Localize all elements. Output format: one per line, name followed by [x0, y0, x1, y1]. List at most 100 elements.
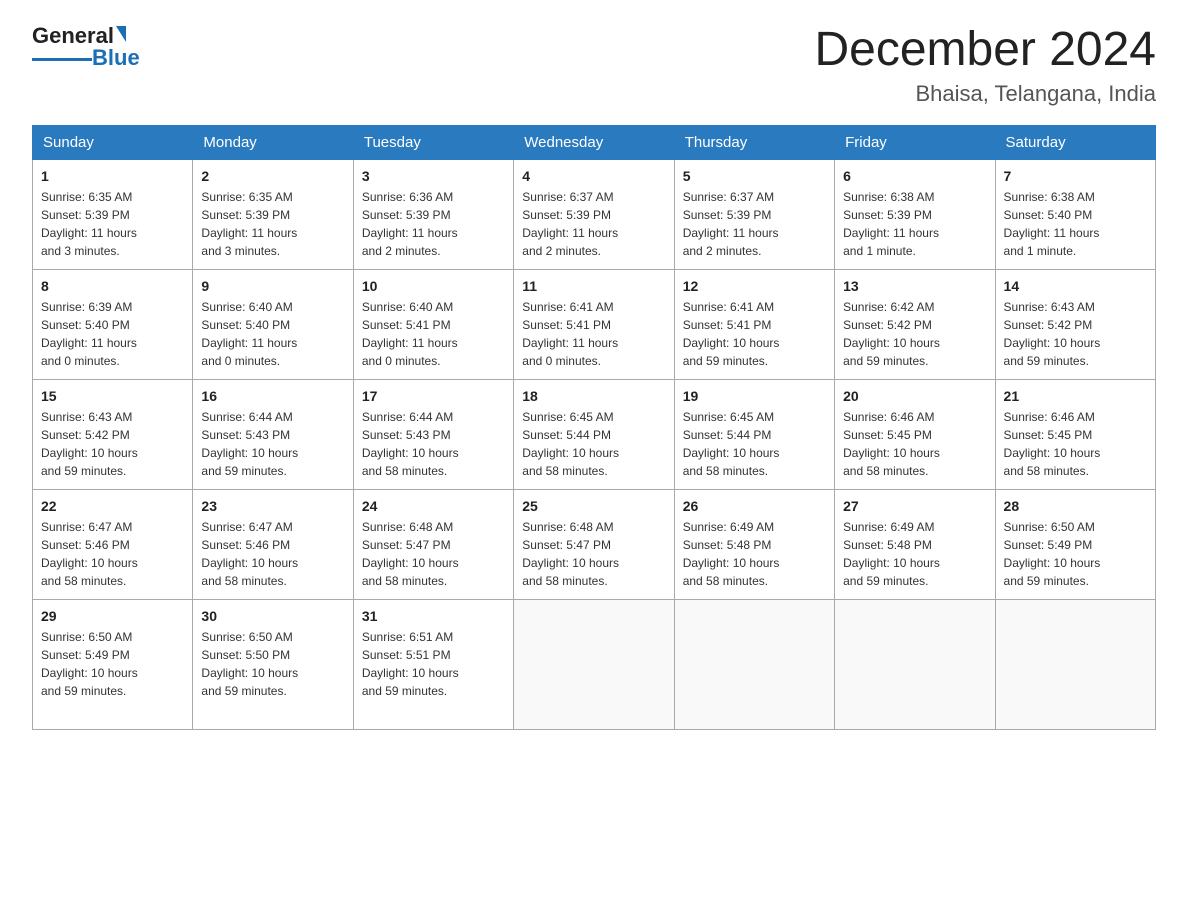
day-cell: 15 Sunrise: 6:43 AM Sunset: 5:42 PM Dayli… — [33, 379, 193, 489]
day-number: 5 — [683, 166, 826, 186]
week-row-2: 8 Sunrise: 6:39 AM Sunset: 5:40 PM Daylig… — [33, 269, 1156, 379]
day-info: Sunrise: 6:36 AM Sunset: 5:39 PM Dayligh… — [362, 190, 458, 258]
day-info: Sunrise: 6:47 AM Sunset: 5:46 PM Dayligh… — [201, 520, 298, 588]
week-row-4: 22 Sunrise: 6:47 AM Sunset: 5:46 PM Dayli… — [33, 489, 1156, 599]
day-number: 12 — [683, 276, 826, 296]
day-number: 9 — [201, 276, 344, 296]
col-header-saturday: Saturday — [995, 125, 1155, 159]
day-number: 18 — [522, 386, 665, 406]
day-number: 7 — [1004, 166, 1147, 186]
day-number: 23 — [201, 496, 344, 516]
day-number: 19 — [683, 386, 826, 406]
day-cell: 24 Sunrise: 6:48 AM Sunset: 5:47 PM Dayli… — [353, 489, 513, 599]
day-info: Sunrise: 6:42 AM Sunset: 5:42 PM Dayligh… — [843, 300, 940, 368]
day-info: Sunrise: 6:45 AM Sunset: 5:44 PM Dayligh… — [522, 410, 619, 478]
day-cell: 23 Sunrise: 6:47 AM Sunset: 5:46 PM Dayli… — [193, 489, 353, 599]
day-info: Sunrise: 6:43 AM Sunset: 5:42 PM Dayligh… — [41, 410, 138, 478]
day-cell: 28 Sunrise: 6:50 AM Sunset: 5:49 PM Dayli… — [995, 489, 1155, 599]
day-info: Sunrise: 6:50 AM Sunset: 5:49 PM Dayligh… — [41, 630, 138, 698]
day-info: Sunrise: 6:48 AM Sunset: 5:47 PM Dayligh… — [362, 520, 459, 588]
header-row: SundayMondayTuesdayWednesdayThursdayFrid… — [33, 125, 1156, 159]
day-info: Sunrise: 6:44 AM Sunset: 5:43 PM Dayligh… — [201, 410, 298, 478]
day-number: 15 — [41, 386, 184, 406]
day-info: Sunrise: 6:35 AM Sunset: 5:39 PM Dayligh… — [201, 190, 297, 258]
month-title: December 2024 — [814, 24, 1156, 77]
day-number: 24 — [362, 496, 505, 516]
day-cell: 10Sunrise: 6:40 AM Sunset: 5:41 PM Dayli… — [353, 269, 513, 379]
week-row-3: 15 Sunrise: 6:43 AM Sunset: 5:42 PM Dayli… — [33, 379, 1156, 489]
col-header-sunday: Sunday — [33, 125, 193, 159]
day-cell: 31 Sunrise: 6:51 AM Sunset: 5:51 PM Dayli… — [353, 599, 513, 729]
day-info: Sunrise: 6:44 AM Sunset: 5:43 PM Dayligh… — [362, 410, 459, 478]
col-header-thursday: Thursday — [674, 125, 834, 159]
day-cell: 6Sunrise: 6:38 AM Sunset: 5:39 PM Daylig… — [835, 159, 995, 269]
day-info: Sunrise: 6:45 AM Sunset: 5:44 PM Dayligh… — [683, 410, 780, 478]
day-cell: 13 Sunrise: 6:42 AM Sunset: 5:42 PM Dayli… — [835, 269, 995, 379]
logo-text-blue: Blue — [92, 46, 140, 70]
day-cell — [514, 599, 674, 729]
day-info: Sunrise: 6:35 AM Sunset: 5:39 PM Dayligh… — [41, 190, 137, 258]
day-cell: 12 Sunrise: 6:41 AM Sunset: 5:41 PM Dayli… — [674, 269, 834, 379]
day-number: 13 — [843, 276, 986, 296]
day-info: Sunrise: 6:46 AM Sunset: 5:45 PM Dayligh… — [1004, 410, 1101, 478]
day-info: Sunrise: 6:41 AM Sunset: 5:41 PM Dayligh… — [683, 300, 780, 368]
day-number: 20 — [843, 386, 986, 406]
day-number: 29 — [41, 606, 184, 626]
day-cell: 2 Sunrise: 6:35 AM Sunset: 5:39 PM Daylig… — [193, 159, 353, 269]
day-cell — [835, 599, 995, 729]
day-number: 4 — [522, 166, 665, 186]
day-info: Sunrise: 6:39 AM Sunset: 5:40 PM Dayligh… — [41, 300, 137, 368]
col-header-wednesday: Wednesday — [514, 125, 674, 159]
day-number: 2 — [201, 166, 344, 186]
day-number: 30 — [201, 606, 344, 626]
page-header: General Blue December 2024 Bhaisa, Telan… — [32, 24, 1156, 107]
logo: General Blue — [32, 24, 140, 70]
day-cell: 29 Sunrise: 6:50 AM Sunset: 5:49 PM Dayli… — [33, 599, 193, 729]
day-cell: 11Sunrise: 6:41 AM Sunset: 5:41 PM Dayli… — [514, 269, 674, 379]
day-info: Sunrise: 6:51 AM Sunset: 5:51 PM Dayligh… — [362, 630, 459, 698]
day-cell: 9 Sunrise: 6:40 AM Sunset: 5:40 PM Daylig… — [193, 269, 353, 379]
location-title: Bhaisa, Telangana, India — [814, 81, 1156, 107]
col-header-tuesday: Tuesday — [353, 125, 513, 159]
day-number: 28 — [1004, 496, 1147, 516]
day-cell: 1Sunrise: 6:35 AM Sunset: 5:39 PM Daylig… — [33, 159, 193, 269]
day-info: Sunrise: 6:47 AM Sunset: 5:46 PM Dayligh… — [41, 520, 138, 588]
day-info: Sunrise: 6:49 AM Sunset: 5:48 PM Dayligh… — [683, 520, 780, 588]
day-number: 6 — [843, 166, 986, 186]
day-cell: 30 Sunrise: 6:50 AM Sunset: 5:50 PM Dayli… — [193, 599, 353, 729]
day-cell: 16 Sunrise: 6:44 AM Sunset: 5:43 PM Dayli… — [193, 379, 353, 489]
day-cell: 21Sunrise: 6:46 AM Sunset: 5:45 PM Dayli… — [995, 379, 1155, 489]
day-cell: 20 Sunrise: 6:46 AM Sunset: 5:45 PM Dayli… — [835, 379, 995, 489]
day-cell: 27Sunrise: 6:49 AM Sunset: 5:48 PM Dayli… — [835, 489, 995, 599]
day-info: Sunrise: 6:37 AM Sunset: 5:39 PM Dayligh… — [522, 190, 618, 258]
day-cell: 25 Sunrise: 6:48 AM Sunset: 5:47 PM Dayli… — [514, 489, 674, 599]
day-number: 17 — [362, 386, 505, 406]
day-info: Sunrise: 6:46 AM Sunset: 5:45 PM Dayligh… — [843, 410, 940, 478]
day-cell: 19 Sunrise: 6:45 AM Sunset: 5:44 PM Dayli… — [674, 379, 834, 489]
day-info: Sunrise: 6:40 AM Sunset: 5:40 PM Dayligh… — [201, 300, 297, 368]
day-cell — [674, 599, 834, 729]
day-info: Sunrise: 6:50 AM Sunset: 5:49 PM Dayligh… — [1004, 520, 1101, 588]
day-number: 31 — [362, 606, 505, 626]
day-number: 26 — [683, 496, 826, 516]
day-cell: 3Sunrise: 6:36 AM Sunset: 5:39 PM Daylig… — [353, 159, 513, 269]
day-number: 8 — [41, 276, 184, 296]
day-cell: 17 Sunrise: 6:44 AM Sunset: 5:43 PM Dayli… — [353, 379, 513, 489]
calendar-body: 1Sunrise: 6:35 AM Sunset: 5:39 PM Daylig… — [33, 159, 1156, 729]
day-number: 25 — [522, 496, 665, 516]
day-cell: 18 Sunrise: 6:45 AM Sunset: 5:44 PM Dayli… — [514, 379, 674, 489]
col-header-friday: Friday — [835, 125, 995, 159]
day-number: 22 — [41, 496, 184, 516]
title-area: December 2024 Bhaisa, Telangana, India — [814, 24, 1156, 107]
day-number: 16 — [201, 386, 344, 406]
day-cell — [995, 599, 1155, 729]
day-info: Sunrise: 6:48 AM Sunset: 5:47 PM Dayligh… — [522, 520, 619, 588]
day-cell: 4 Sunrise: 6:37 AM Sunset: 5:39 PM Daylig… — [514, 159, 674, 269]
day-cell: 7 Sunrise: 6:38 AM Sunset: 5:40 PM Daylig… — [995, 159, 1155, 269]
day-info: Sunrise: 6:49 AM Sunset: 5:48 PM Dayligh… — [843, 520, 940, 588]
day-cell: 22 Sunrise: 6:47 AM Sunset: 5:46 PM Dayli… — [33, 489, 193, 599]
week-row-5: 29 Sunrise: 6:50 AM Sunset: 5:49 PM Dayli… — [33, 599, 1156, 729]
day-info: Sunrise: 6:38 AM Sunset: 5:40 PM Dayligh… — [1004, 190, 1100, 258]
day-info: Sunrise: 6:43 AM Sunset: 5:42 PM Dayligh… — [1004, 300, 1101, 368]
day-info: Sunrise: 6:50 AM Sunset: 5:50 PM Dayligh… — [201, 630, 298, 698]
